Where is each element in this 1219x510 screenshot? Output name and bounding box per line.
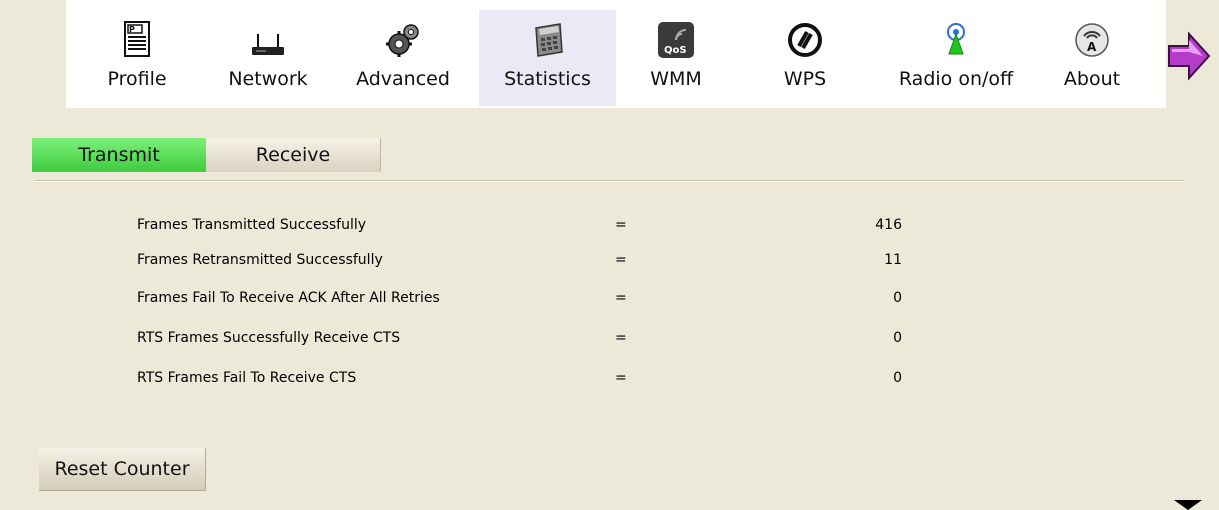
stat-label: Frames Fail To Receive ACK After All Ret… bbox=[137, 290, 440, 306]
stat-equals: = bbox=[615, 217, 627, 233]
gears-icon bbox=[386, 24, 419, 57]
stat-label: Frames Retransmitted Successfully bbox=[137, 252, 383, 268]
toolbar-item-profile[interactable]: P Profile bbox=[66, 10, 208, 106]
stat-row: Frames Retransmitted Successfully = 11 bbox=[0, 252, 1000, 274]
svg-text:P: P bbox=[129, 25, 135, 34]
toolbar-item-advanced[interactable]: Advanced bbox=[328, 10, 478, 106]
tab-bar: Transmit Receive bbox=[32, 138, 384, 172]
stat-row: RTS Frames Successfully Receive CTS = 0 bbox=[0, 330, 1000, 352]
toolbar-label-about: About bbox=[1063, 68, 1121, 90]
left-margin bbox=[0, 0, 66, 110]
stat-row: Frames Transmitted Successfully = 416 bbox=[0, 217, 1000, 239]
toolbar: P Profile Network Advanced Statistics Qo… bbox=[66, 0, 1166, 108]
stat-label: RTS Frames Fail To Receive CTS bbox=[137, 370, 357, 386]
stat-equals: = bbox=[615, 330, 627, 346]
toolbar-label-profile: Profile bbox=[107, 68, 167, 90]
divider bbox=[34, 180, 1184, 182]
network-icon bbox=[252, 34, 284, 55]
stat-equals: = bbox=[615, 252, 627, 268]
stat-value: 0 bbox=[893, 290, 902, 306]
stat-label: Frames Transmitted Successfully bbox=[137, 217, 367, 233]
toolbar-item-statistics[interactable]: Statistics bbox=[479, 10, 616, 106]
stat-row: RTS Frames Fail To Receive CTS = 0 bbox=[0, 370, 1000, 392]
scroll-down-indicator bbox=[1174, 500, 1202, 510]
toolbar-item-wps[interactable]: WPS bbox=[736, 10, 874, 106]
toolbar-item-wmm[interactable]: QoS WMM bbox=[616, 10, 736, 106]
stat-label: RTS Frames Successfully Receive CTS bbox=[137, 330, 401, 346]
reset-counter-button[interactable]: Reset Counter bbox=[39, 448, 206, 491]
stat-row: Frames Fail To Receive ACK After All Ret… bbox=[0, 290, 1000, 312]
antenna-icon bbox=[947, 23, 965, 55]
toolbar-label-advanced: Advanced bbox=[356, 68, 450, 90]
toolbar-label-statistics: Statistics bbox=[504, 68, 591, 90]
calculator-icon bbox=[534, 23, 563, 57]
toolbar-item-radio[interactable]: Radio on/off bbox=[874, 10, 1038, 106]
stat-value: 0 bbox=[893, 370, 902, 386]
toolbar-label-wmm: WMM bbox=[650, 68, 702, 90]
tab-transmit[interactable]: Transmit bbox=[32, 138, 206, 172]
toolbar-label-radio: Radio on/off bbox=[898, 68, 1014, 90]
stat-value: 0 bbox=[893, 330, 902, 346]
wps-icon bbox=[788, 23, 822, 57]
tab-receive[interactable]: Receive bbox=[206, 138, 381, 172]
stat-value: 11 bbox=[884, 252, 902, 268]
toolbar-item-about[interactable]: A About bbox=[1038, 10, 1146, 106]
toolbar-label-wps: WPS bbox=[783, 68, 827, 90]
profile-icon: P bbox=[124, 21, 150, 57]
toolbar-label-network: Network bbox=[228, 68, 308, 90]
toolbar-item-network[interactable]: Network bbox=[208, 10, 328, 106]
about-icon: A bbox=[1075, 23, 1109, 57]
qos-icon: QoS bbox=[658, 22, 694, 58]
svg-text:QoS: QoS bbox=[664, 45, 687, 56]
arrow-right-icon[interactable] bbox=[1167, 28, 1211, 84]
svg-text:A: A bbox=[1087, 40, 1097, 54]
stat-equals: = bbox=[615, 370, 627, 386]
stat-value: 416 bbox=[875, 217, 902, 233]
stat-equals: = bbox=[615, 290, 627, 306]
